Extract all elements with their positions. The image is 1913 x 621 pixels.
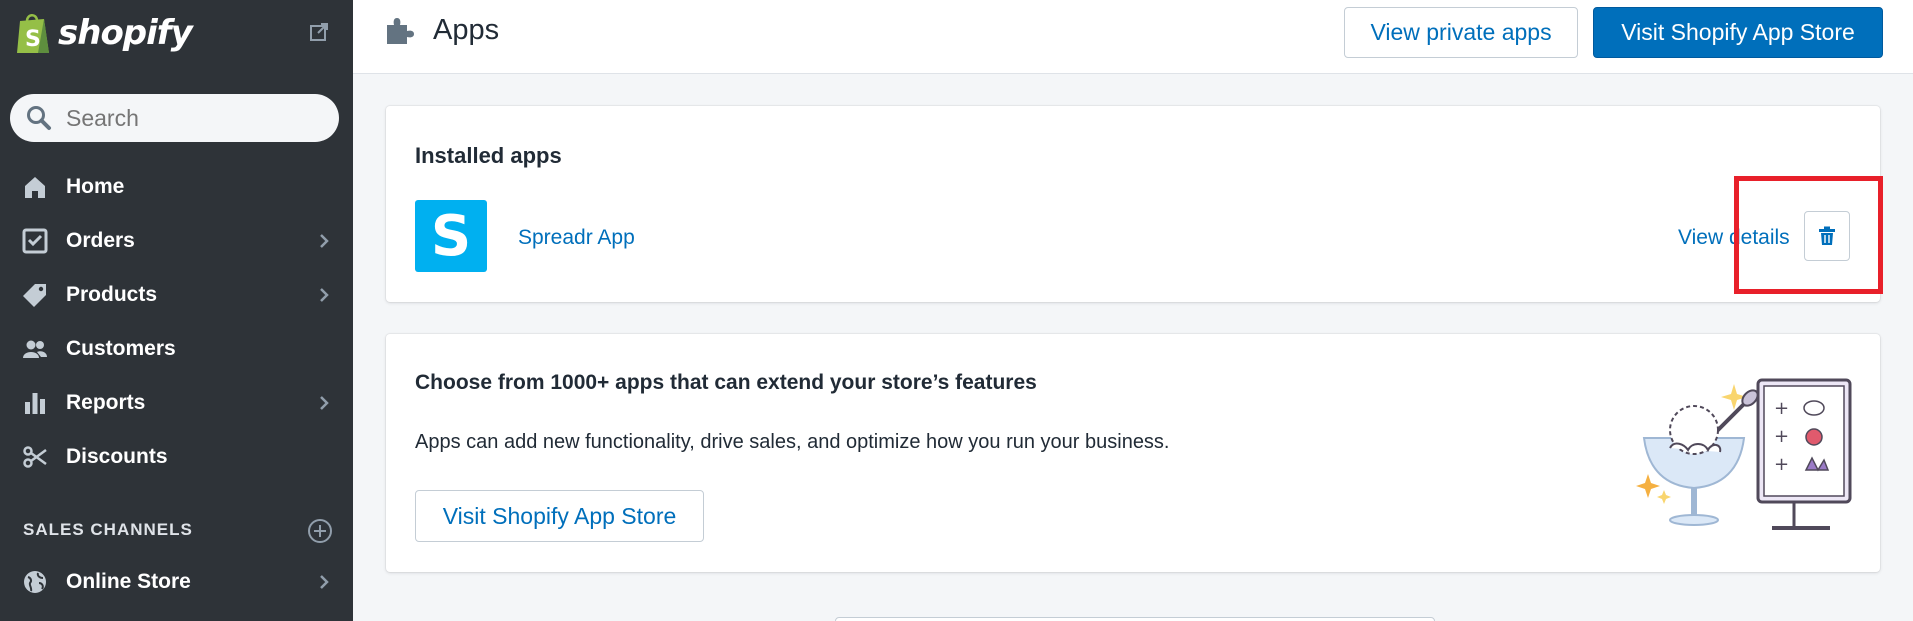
- chevron-right-icon: [320, 396, 329, 410]
- svg-text:+: +: [1774, 398, 1789, 419]
- chevron-right-icon: [320, 288, 329, 302]
- chevron-right-icon: [320, 575, 329, 589]
- installed-apps-title: Installed apps: [415, 143, 562, 168]
- chevron-right-icon: [320, 234, 329, 248]
- svg-text:+: +: [1774, 426, 1789, 447]
- search-icon: [27, 106, 51, 130]
- ice-cream-illustration-icon: + + +: [1636, 378, 1852, 530]
- shopify-bag-icon: S: [17, 14, 49, 53]
- top-bar: Apps View private apps Visit Shopify App…: [353, 0, 1913, 74]
- sidebar-item-online-store[interactable]: Online Store: [0, 555, 353, 609]
- promo-description: Apps can add new functionality, drive sa…: [415, 431, 1170, 453]
- sidebar: S shopify Home Orders: [0, 0, 353, 621]
- sidebar-item-label: Home: [66, 175, 125, 198]
- sidebar-item-label: Orders: [66, 229, 135, 252]
- svg-text:+: +: [1774, 454, 1789, 475]
- sidebar-item-label: Customers: [66, 337, 176, 360]
- app-name-link[interactable]: Spreadr App: [518, 226, 635, 250]
- search-input[interactable]: [66, 104, 326, 132]
- shopify-logo[interactable]: S shopify: [14, 8, 193, 58]
- page-title: Apps: [433, 14, 500, 46]
- sidebar-item-customers[interactable]: Customers: [0, 322, 353, 376]
- search-box[interactable]: [10, 94, 339, 142]
- sidebar-nav: Home Orders Products Customers Reports D…: [0, 160, 353, 484]
- home-icon: [22, 174, 48, 200]
- highlight-box: [1734, 176, 1883, 294]
- bottom-card-edge: [835, 617, 1435, 621]
- puzzle-icon: [387, 17, 414, 44]
- sidebar-item-products[interactable]: Products: [0, 268, 353, 322]
- globe-icon: [22, 569, 48, 595]
- svg-text:S: S: [25, 27, 41, 52]
- orders-icon: [22, 228, 48, 254]
- sidebar-item-home[interactable]: Home: [0, 160, 353, 214]
- promo-title: Choose from 1000+ apps that can extend y…: [415, 371, 1037, 394]
- sidebar-item-label: Reports: [66, 391, 146, 414]
- customers-icon: [22, 336, 48, 362]
- sidebar-item-label: Online Store: [66, 570, 191, 593]
- visit-app-store-button[interactable]: Visit Shopify App Store: [1593, 7, 1883, 58]
- external-link-icon[interactable]: [309, 22, 329, 42]
- tag-icon: [22, 282, 48, 308]
- brand-name: shopify: [58, 13, 193, 53]
- sales-channels-header: SALES CHANNELS: [0, 510, 353, 550]
- sidebar-item-orders[interactable]: Orders: [0, 214, 353, 268]
- add-channel-icon[interactable]: [307, 518, 333, 544]
- bar-chart-icon: [22, 390, 48, 416]
- app-store-promo-card: Choose from 1000+ apps that can extend y…: [386, 334, 1880, 572]
- sidebar-item-label: Products: [66, 283, 158, 306]
- installed-apps-card: Installed apps S Spreadr App View detail…: [386, 106, 1880, 302]
- page-header: Apps: [383, 14, 499, 47]
- sidebar-item-label: Discounts: [66, 445, 168, 468]
- sidebar-item-discounts[interactable]: Discounts: [0, 430, 353, 484]
- sidebar-item-reports[interactable]: Reports: [0, 376, 353, 430]
- app-logo[interactable]: S: [415, 200, 487, 272]
- sales-channels-label: SALES CHANNELS: [23, 520, 193, 539]
- sidebar-online-store: Online Store: [0, 555, 353, 609]
- view-private-apps-button[interactable]: View private apps: [1344, 7, 1578, 58]
- visit-app-store-card-button[interactable]: Visit Shopify App Store: [415, 490, 704, 542]
- discount-icon: [22, 444, 48, 470]
